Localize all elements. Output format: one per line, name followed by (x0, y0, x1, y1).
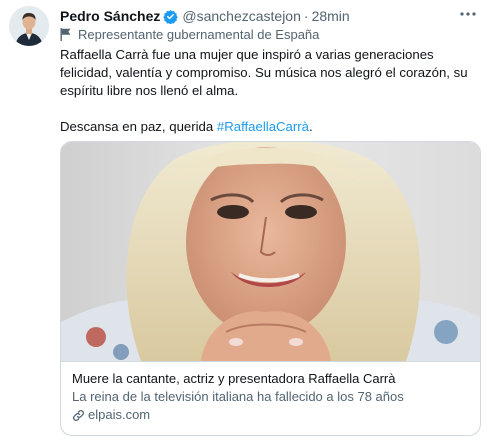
tweet-header: Pedro Sánchez @sanchezcastejon · 28min (60, 7, 461, 25)
tweet-text-suffix: . (309, 119, 313, 134)
flag-icon (60, 28, 71, 41)
avatar[interactable] (9, 6, 49, 46)
link-card[interactable]: Muere la cantante, actriz y presentadora… (60, 141, 481, 436)
card-image[interactable] (61, 142, 480, 361)
display-name[interactable]: Pedro Sánchez (60, 7, 160, 25)
card-domain-text[interactable]: elpais.com (88, 406, 150, 424)
tweet-text-prefix: Descansa en paz, querida (60, 119, 217, 134)
card-domain[interactable]: elpais.com (72, 406, 469, 424)
hashtag-link[interactable]: #RaffaellaCarrà (217, 119, 309, 134)
more-options-icon[interactable] (459, 8, 477, 22)
card-body[interactable]: Muere la cantante, actriz y presentadora… (61, 361, 480, 435)
handle[interactable]: @sanchezcastejon (182, 7, 301, 25)
timestamp[interactable]: 28min (312, 7, 350, 25)
affiliation-text: Representante gubernamental de España (78, 27, 320, 42)
tweet-paragraph: Raffaella Carrà fue una mujer que inspir… (60, 47, 468, 98)
link-icon (72, 409, 85, 422)
card-title[interactable]: Muere la cantante, actriz y presentadora… (72, 370, 469, 388)
card-description: La reina de la televisión italiana ha fa… (72, 389, 404, 404)
affiliation-label: Representante gubernamental de España (60, 27, 319, 42)
tweet-paragraph-2: Descansa en paz, querida #RaffaellaCarrà… (60, 118, 482, 136)
verified-badge-icon (163, 9, 179, 24)
tweet-text: Raffaella Carrà fue una mujer que inspir… (60, 46, 482, 136)
separator-dot: · (303, 8, 309, 24)
